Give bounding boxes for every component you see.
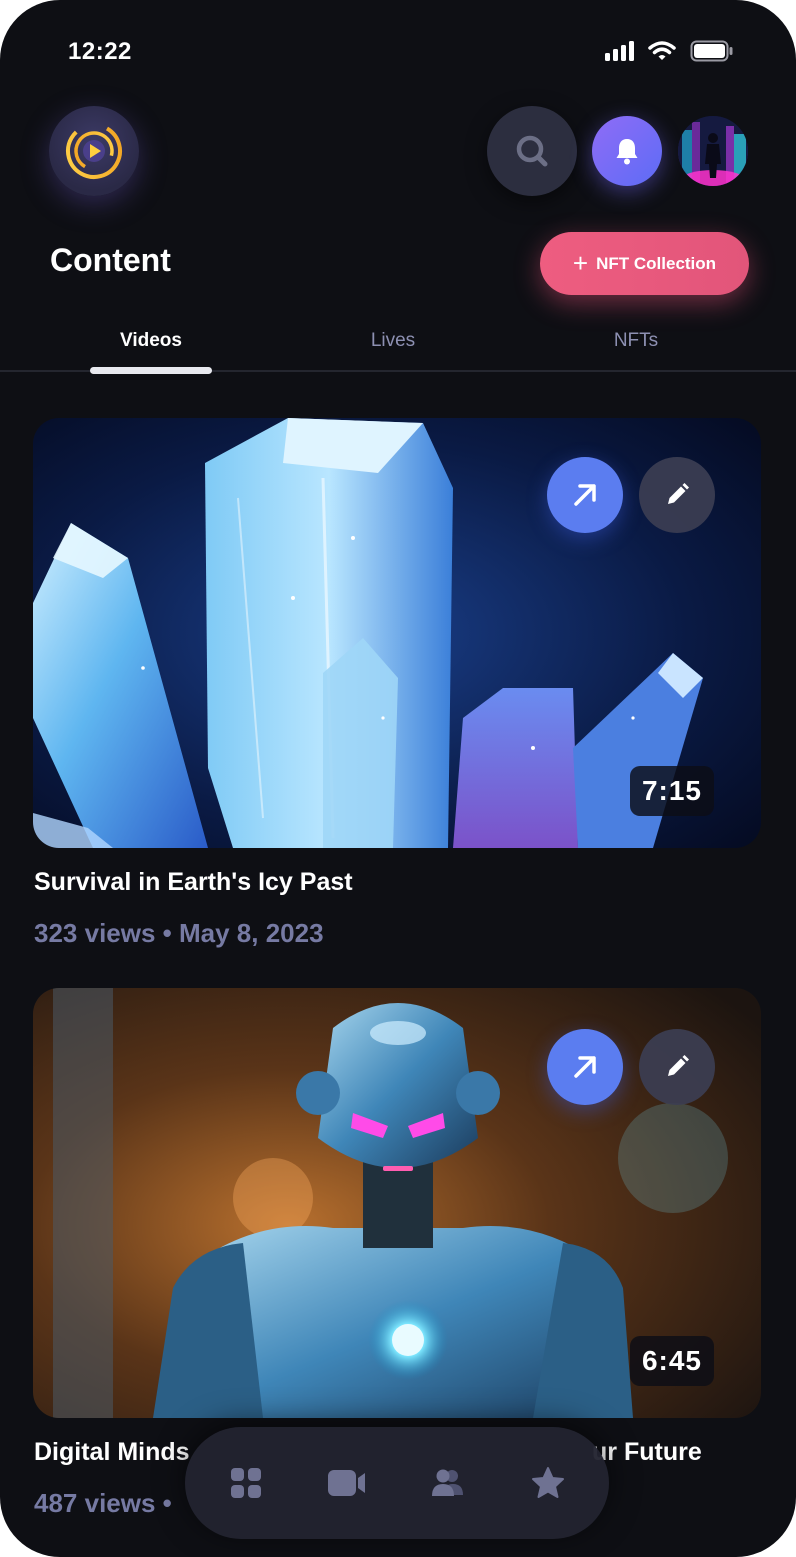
tab-lives[interactable]: Lives [293,330,493,352]
edit-button[interactable] [639,457,715,533]
nft-collection-button[interactable]: + NFT Collection [540,232,749,295]
page-title: Content [50,242,171,278]
video-thumbnail[interactable]: 6:45 [33,988,761,1418]
arrow-up-right-icon [574,1056,596,1078]
bottom-nav [185,1427,609,1539]
status-time: 12:22 [68,38,132,65]
tab-videos[interactable]: Videos [51,330,251,352]
notifications-button[interactable] [592,116,662,186]
signal-icon [605,41,634,61]
nav-favorites[interactable] [528,1463,568,1503]
video-camera-icon [328,1470,365,1496]
star-icon [532,1467,564,1498]
user-avatar[interactable] [678,116,748,186]
nav-community[interactable] [428,1463,468,1503]
battery-icon [690,40,733,62]
status-icons [605,40,734,62]
tab-nfts[interactable]: NFTs [536,330,736,352]
video-thumbnail[interactable]: 7:15 [33,418,761,848]
edit-button[interactable] [639,1029,715,1105]
video-title[interactable]: Survival in Earth's Icy Past [34,868,353,897]
plus-icon: + [572,247,589,278]
video-title[interactable]: Digital Minds [34,1438,190,1467]
grid-icon [231,1468,261,1498]
duration-badge: 7:15 [629,766,714,816]
nav-videos[interactable] [327,1463,367,1503]
video-meta: 323 views • May 8, 2023 [34,918,324,948]
search-button[interactable] [487,106,577,196]
video-meta: 487 views • [34,1488,172,1518]
app-screen: 12:22 Content + NFT Collection Videos Li… [0,0,796,1557]
duration-badge: 6:45 [629,1336,714,1386]
app-logo[interactable] [49,106,139,196]
nav-home[interactable] [226,1463,266,1503]
arrow-up-right-icon [574,484,596,506]
share-button[interactable] [547,1029,623,1105]
nft-collection-label: NFT Collection [596,253,717,273]
wifi-icon [648,41,676,60]
share-button[interactable] [547,457,623,533]
avatar-image [678,116,748,186]
play-logo-icon [66,123,122,179]
users-icon [432,1469,463,1496]
bell-icon [616,139,638,165]
video-title-tail: ur Future [592,1438,702,1466]
active-tab-indicator [90,367,212,374]
pencil-icon [668,483,689,504]
pencil-icon [668,1055,689,1076]
search-icon [516,135,548,167]
